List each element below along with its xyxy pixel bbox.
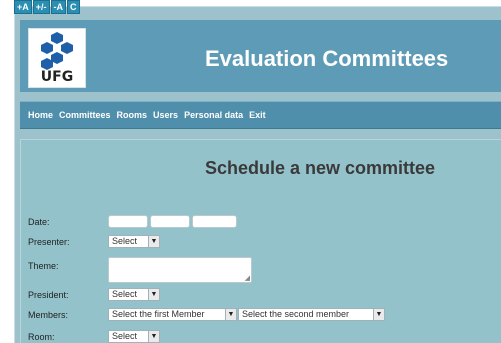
date-month-input[interactable] (150, 215, 190, 228)
page-title: Schedule a new committee (205, 158, 436, 178)
date-year-input[interactable] (192, 215, 237, 228)
nav-home[interactable]: Home (28, 110, 53, 120)
date-day-input[interactable] (108, 215, 148, 228)
dropdown-arrow-icon: ▼ (225, 309, 236, 320)
nav-rooms[interactable]: Rooms (117, 110, 148, 120)
nav-exit[interactable]: Exit (249, 110, 266, 120)
presenter-label: Presenter: (28, 237, 70, 247)
nav-personal-data[interactable]: Personal data (184, 110, 243, 120)
increase-font-button[interactable]: +A (14, 0, 32, 14)
presenter-select-value: Select (112, 236, 138, 246)
presenter-select[interactable]: Select ▼ (108, 235, 160, 248)
dropdown-arrow-icon: ▼ (373, 309, 384, 320)
theme-label: Theme: (28, 261, 59, 271)
nav-users[interactable]: Users (153, 110, 178, 120)
site-title: Evaluation Committees (205, 46, 449, 71)
dropdown-arrow-icon: ▼ (148, 289, 159, 300)
second-member-select-value: Select the second member (242, 309, 350, 319)
members-label: Members: (28, 310, 69, 320)
hexagon-logo-icon (41, 32, 73, 70)
room-select[interactable]: Select ▼ (108, 330, 160, 343)
ufg-logo[interactable]: UFG (28, 28, 86, 88)
resize-grip-icon[interactable]: ◢ (245, 274, 250, 282)
reset-font-button[interactable]: +/- (32, 0, 50, 14)
decrease-font-button[interactable]: -A (50, 0, 67, 14)
room-label: Room: (28, 332, 55, 342)
theme-textarea[interactable]: ◢ (108, 257, 252, 283)
contrast-button[interactable]: C (67, 0, 80, 14)
accessibility-toolbar: +A +/- -A C (14, 0, 80, 14)
president-label: President: (28, 290, 69, 300)
main-navigation: Home Committees Rooms Users Personal dat… (20, 101, 501, 129)
nav-committees[interactable]: Committees (59, 110, 111, 120)
site-header: UFG Evaluation Committees (20, 20, 501, 92)
date-label: Date: (28, 217, 50, 227)
first-member-select[interactable]: Select the first Member ▼ (108, 308, 237, 321)
president-select[interactable]: Select ▼ (108, 288, 160, 301)
dropdown-arrow-icon: ▼ (148, 331, 159, 342)
dropdown-arrow-icon: ▼ (148, 236, 159, 247)
first-member-select-value: Select the first Member (112, 309, 205, 319)
president-select-value: Select (112, 289, 138, 299)
logo-text: UFG (40, 69, 74, 85)
room-select-value: Select (112, 331, 138, 341)
second-member-select[interactable]: Select the second member ▼ (238, 308, 385, 321)
